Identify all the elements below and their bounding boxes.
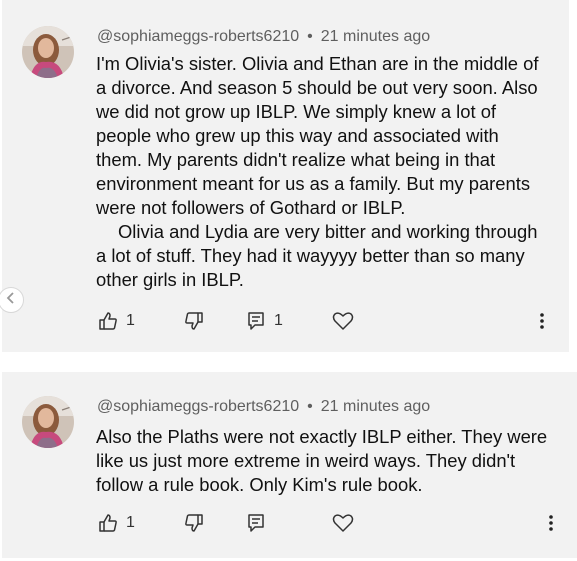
comment-text: I'm Olivia's sister. Olivia and Ethan ar…	[96, 52, 549, 292]
like-button[interactable]: 1	[98, 513, 135, 533]
username[interactable]: @sophiameggs-roberts6210	[97, 398, 299, 415]
dislike-button[interactable]	[184, 513, 204, 533]
thumb-down-icon	[184, 311, 204, 331]
like-button[interactable]: 1	[98, 311, 135, 331]
heart-button[interactable]	[332, 311, 354, 331]
comment-paragraph: I'm Olivia's sister. Olivia and Ethan ar…	[96, 53, 539, 218]
comment-paragraph: Also the Plaths were not exactly IBLP ei…	[96, 426, 548, 495]
comment-meta: @sophiameggs-roberts6210 • 21 minutes ago	[97, 398, 430, 416]
like-count: 1	[126, 514, 135, 531]
comment-icon	[246, 513, 266, 533]
comment-icon	[246, 311, 266, 331]
thumb-up-icon	[98, 311, 118, 331]
more-options-button[interactable]	[539, 311, 545, 331]
comment-meta: @sophiameggs-roberts6210 • 21 minutes ago	[97, 28, 430, 46]
comment-actions: 1	[2, 513, 577, 539]
comment-card: @sophiameggs-roberts6210 • 21 minutes ago …	[2, 372, 577, 558]
comment-card: @sophiameggs-roberts6210 • 21 minutes ago …	[2, 0, 569, 352]
heart-button[interactable]	[332, 513, 354, 533]
more-vertical-icon	[548, 513, 554, 533]
like-count: 1	[126, 312, 135, 329]
separator-dot: •	[307, 28, 313, 45]
reply-count: 1	[274, 312, 283, 329]
reply-button[interactable]	[246, 513, 266, 533]
comment-actions: 1 1	[2, 311, 569, 337]
timestamp[interactable]: 21 minutes ago	[321, 28, 430, 45]
thumb-down-icon	[184, 513, 204, 533]
chevron-left-icon	[6, 291, 16, 309]
more-vertical-icon	[539, 311, 545, 331]
more-options-button[interactable]	[548, 513, 554, 533]
thumb-up-icon	[98, 513, 118, 533]
comment-text: Also the Plaths were not exactly IBLP ei…	[96, 425, 557, 497]
timestamp[interactable]: 21 minutes ago	[321, 398, 430, 415]
reply-button[interactable]: 1	[246, 311, 283, 331]
avatar[interactable]	[22, 26, 74, 78]
heart-icon	[332, 513, 354, 533]
comment-paragraph: Olivia and Lydia are very bitter and wor…	[96, 221, 538, 290]
heart-icon	[332, 311, 354, 331]
avatar[interactable]	[22, 396, 74, 448]
username[interactable]: @sophiameggs-roberts6210	[97, 28, 299, 45]
separator-dot: •	[307, 398, 313, 415]
dislike-button[interactable]	[184, 311, 204, 331]
